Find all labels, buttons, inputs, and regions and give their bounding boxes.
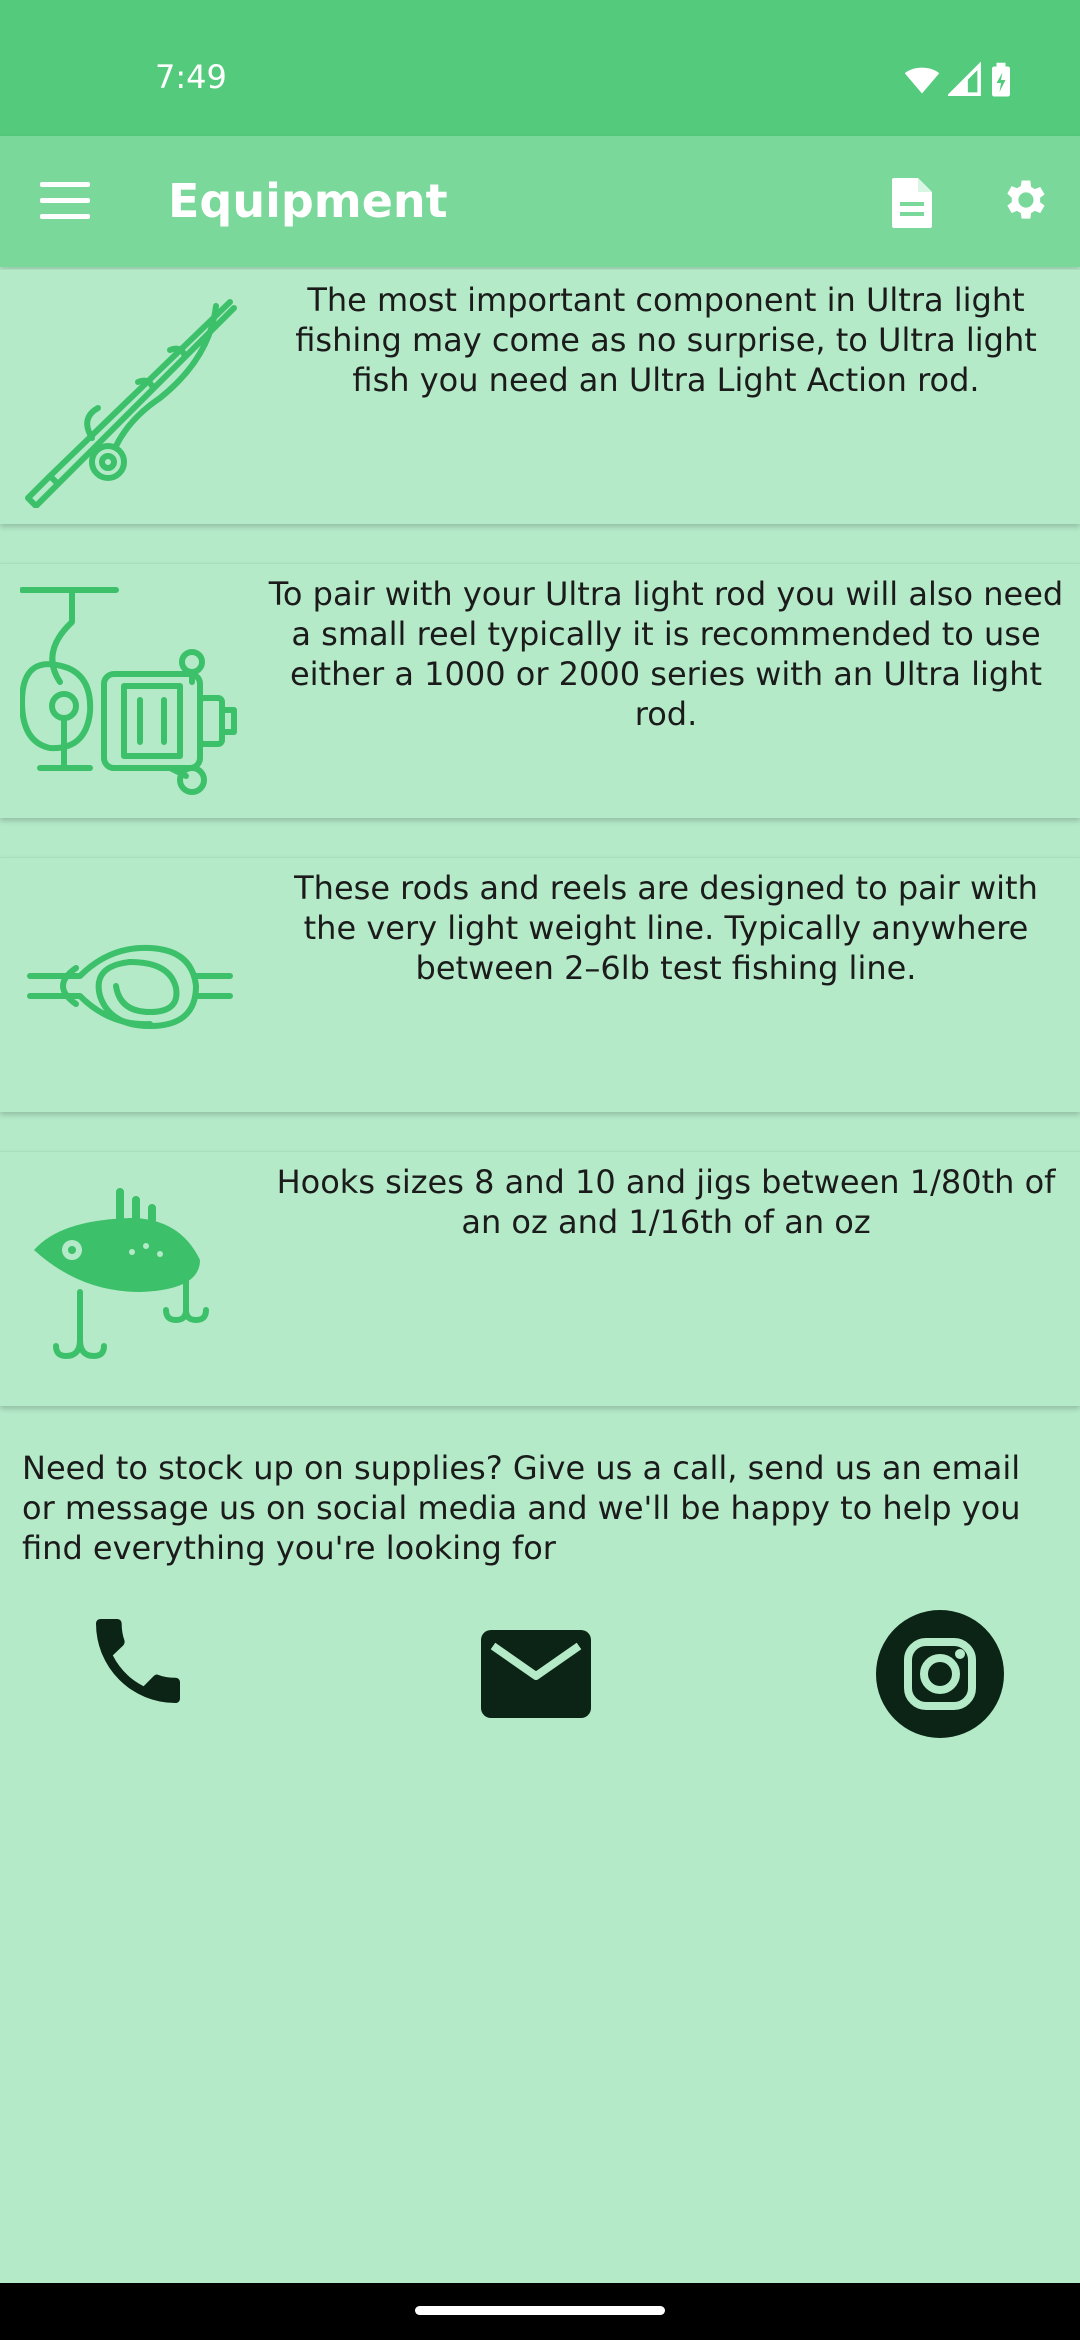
system-nav-bar: [0, 2283, 1080, 2340]
email-icon[interactable]: [481, 1630, 591, 1718]
equipment-card-hooks: Hooks sizes 8 and 10 and jigs between 1/…: [0, 1151, 1080, 1406]
card-text: These rods and reels are designed to pai…: [294, 869, 1038, 987]
equipment-card-rod: The most important component in Ultra li…: [0, 269, 1080, 524]
card-text: The most important component in Ultra li…: [295, 281, 1037, 399]
wifi-icon: [904, 67, 940, 94]
knot-icon: [27, 944, 233, 1029]
equipment-card-reel: To pair with your Ultra light rod you wi…: [0, 563, 1080, 818]
lure-icon: [34, 1188, 209, 1360]
menu-icon[interactable]: [40, 182, 90, 222]
equipment-card-line: These rods and reels are designed to pai…: [0, 857, 1080, 1112]
page-title: Equipment: [168, 174, 448, 228]
document-icon[interactable]: [888, 176, 936, 230]
fishing-rod-icon: [25, 299, 237, 508]
card-text: To pair with your Ultra light rod you wi…: [268, 575, 1064, 733]
status-time: 7:49: [155, 58, 227, 96]
status-icons: [904, 62, 1012, 98]
status-bar: 7:49: [0, 0, 1080, 136]
settings-gear-icon[interactable]: [998, 174, 1050, 226]
instagram-icon[interactable]: [876, 1610, 1004, 1738]
signal-icon: [948, 62, 981, 96]
card-text: Hooks sizes 8 and 10 and jigs between 1/…: [276, 1163, 1056, 1241]
home-gesture-handle[interactable]: [415, 2306, 665, 2315]
battery-icon: [992, 62, 1010, 97]
phone-icon[interactable]: [82, 1605, 194, 1717]
app-bar: Equipment: [0, 136, 1080, 267]
fishing-reel-icon: [20, 587, 237, 795]
contact-prompt-text: Need to stock up on supplies? Give us a …: [22, 1449, 1021, 1567]
